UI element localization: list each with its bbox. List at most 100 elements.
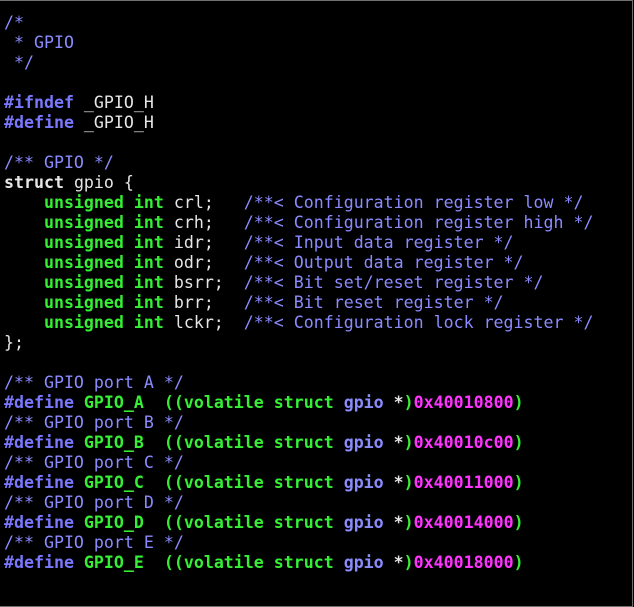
code-token-castpar: GPIO_A (( [73, 393, 184, 412]
code-token-castpar: ) [513, 433, 524, 452]
code-line[interactable]: /** GPIO port C */ [4, 453, 632, 473]
code-line[interactable] [4, 133, 632, 153]
code-token-preproc: #define [4, 473, 74, 492]
code-line[interactable]: #define GPIO_A ((volatile struct gpio *)… [4, 393, 632, 413]
code-token-castpar: GPIO_B (( [73, 433, 184, 452]
code-token-caststar: * [383, 553, 404, 572]
code-token-castpar: GPIO_E (( [73, 553, 184, 572]
code-token-number: 0x40011000 [413, 473, 514, 492]
code-token-preproc: #define [4, 113, 74, 132]
code-line[interactable]: /* [4, 13, 632, 33]
code-token-plain: gpio { [63, 173, 134, 192]
code-line[interactable]: }; [4, 333, 632, 353]
code-token-castkw: volatile struct [183, 393, 334, 412]
code-token-castpar: ) [513, 553, 524, 572]
code-token-number: 0x40014000 [413, 513, 514, 532]
code-token-castpar: GPIO_C (( [73, 473, 184, 492]
code-token-castpar: ) [513, 393, 524, 412]
code-line[interactable]: unsigned int bsrr; /**< Bit set/reset re… [4, 273, 632, 293]
code-line[interactable]: /** GPIO port B */ [4, 413, 632, 433]
code-token-comment: /**< Output data register */ [243, 253, 524, 272]
code-token-type: unsigned int [43, 293, 164, 312]
code-token-castpar: ) [403, 393, 414, 412]
code-line[interactable]: #define GPIO_B ((volatile struct gpio *)… [4, 433, 632, 453]
code-line[interactable]: /** GPIO */ [4, 153, 632, 173]
code-line[interactable]: #define _GPIO_H [4, 113, 632, 133]
code-token-comment: /** GPIO port C */ [4, 453, 184, 472]
code-token-comment: */ [4, 53, 34, 72]
code-token-plain: _GPIO_H [73, 113, 154, 132]
code-editor[interactable]: /* * GPIO */#ifndef _GPIO_H #define _GPIO… [0, 0, 633, 607]
code-token-comment: /** GPIO port E */ [4, 533, 184, 552]
code-token-castkw: volatile struct [183, 473, 334, 492]
code-token-number: 0x40018000 [413, 553, 514, 572]
code-line[interactable]: #define GPIO_C ((volatile struct gpio *)… [4, 473, 632, 493]
code-token-plain: }; [4, 333, 24, 352]
code-token-caststar: * [383, 513, 404, 532]
code-token-number: 0x40010800 [413, 393, 514, 412]
code-token-caststar: * [383, 433, 404, 452]
code-token-plain: odr; [163, 253, 244, 272]
code-token-plain: idr; [163, 233, 244, 252]
code-line[interactable]: unsigned int crl; /**< Configuration reg… [4, 193, 632, 213]
code-token-plain: brr; [163, 293, 244, 312]
code-line[interactable]: unsigned int lckr; /**< Configuration lo… [4, 313, 632, 333]
code-token-comment: /**< Bit set/reset register */ [243, 273, 544, 292]
code-token-castkw: volatile struct [183, 433, 334, 452]
code-token-preproc: #define [4, 553, 74, 572]
code-token-plain: crl; [163, 193, 244, 212]
code-token-plain: lckr; [163, 313, 244, 332]
code-token-castpar: ) [403, 513, 414, 532]
code-line[interactable]: * GPIO [4, 33, 632, 53]
code-token-comment: /** GPIO port A */ [4, 373, 184, 392]
code-token-casttype: gpio [343, 553, 384, 572]
code-token-comment: * GPIO [4, 33, 74, 52]
code-token-comment: /**< Configuration lock register */ [243, 313, 594, 332]
code-line[interactable]: #define GPIO_D ((volatile struct gpio *)… [4, 513, 632, 533]
code-token-type: unsigned int [43, 193, 164, 212]
code-line[interactable]: unsigned int odr; /**< Output data regis… [4, 253, 632, 273]
code-line[interactable]: #define GPIO_E ((volatile struct gpio *)… [4, 553, 632, 573]
code-line[interactable]: /** GPIO port D */ [4, 493, 632, 513]
code-token-caststar: * [383, 393, 404, 412]
code-token-preproc: #define [4, 433, 74, 452]
code-line[interactable]: struct gpio { [4, 173, 632, 193]
code-line[interactable]: unsigned int brr; /**< Bit reset registe… [4, 293, 632, 313]
code-line[interactable]: /** GPIO port A */ [4, 373, 632, 393]
code-token-comment: /**< Configuration register low */ [243, 193, 584, 212]
code-line[interactable]: unsigned int crh; /**< Configuration reg… [4, 213, 632, 233]
code-token-castpar: ) [403, 553, 414, 572]
code-token-number: 0x40010c00 [413, 433, 514, 452]
code-line[interactable]: #ifndef _GPIO_H [4, 93, 632, 113]
code-token-comment: /** GPIO */ [4, 153, 114, 172]
code-token-plain: _GPIO_H [73, 93, 154, 112]
code-line[interactable]: /** GPIO port E */ [4, 533, 632, 553]
code-token-type: unsigned int [43, 313, 164, 332]
code-area[interactable]: /* * GPIO */#ifndef _GPIO_H #define _GPIO… [0, 1, 632, 573]
code-token-comment: /**< Bit reset register */ [243, 293, 504, 312]
code-token-casttype: gpio [343, 473, 384, 492]
code-token-comment: /** GPIO port B */ [4, 413, 184, 432]
code-token-casttype: gpio [343, 513, 384, 532]
code-token-preproc: #define [4, 393, 74, 412]
code-token-castpar: GPIO_D (( [73, 513, 184, 532]
code-token-castpar: ) [513, 473, 524, 492]
code-token-castkw: volatile struct [183, 553, 334, 572]
code-line[interactable]: */ [4, 53, 632, 73]
code-token-type: unsigned int [43, 253, 164, 272]
code-line[interactable] [4, 73, 632, 93]
code-line[interactable]: unsigned int idr; /**< Input data regist… [4, 233, 632, 253]
code-token-plain: crh; [163, 213, 244, 232]
code-token-preproc: #define [4, 513, 74, 532]
code-token-comment: /* [4, 13, 24, 32]
code-line[interactable] [4, 353, 632, 373]
